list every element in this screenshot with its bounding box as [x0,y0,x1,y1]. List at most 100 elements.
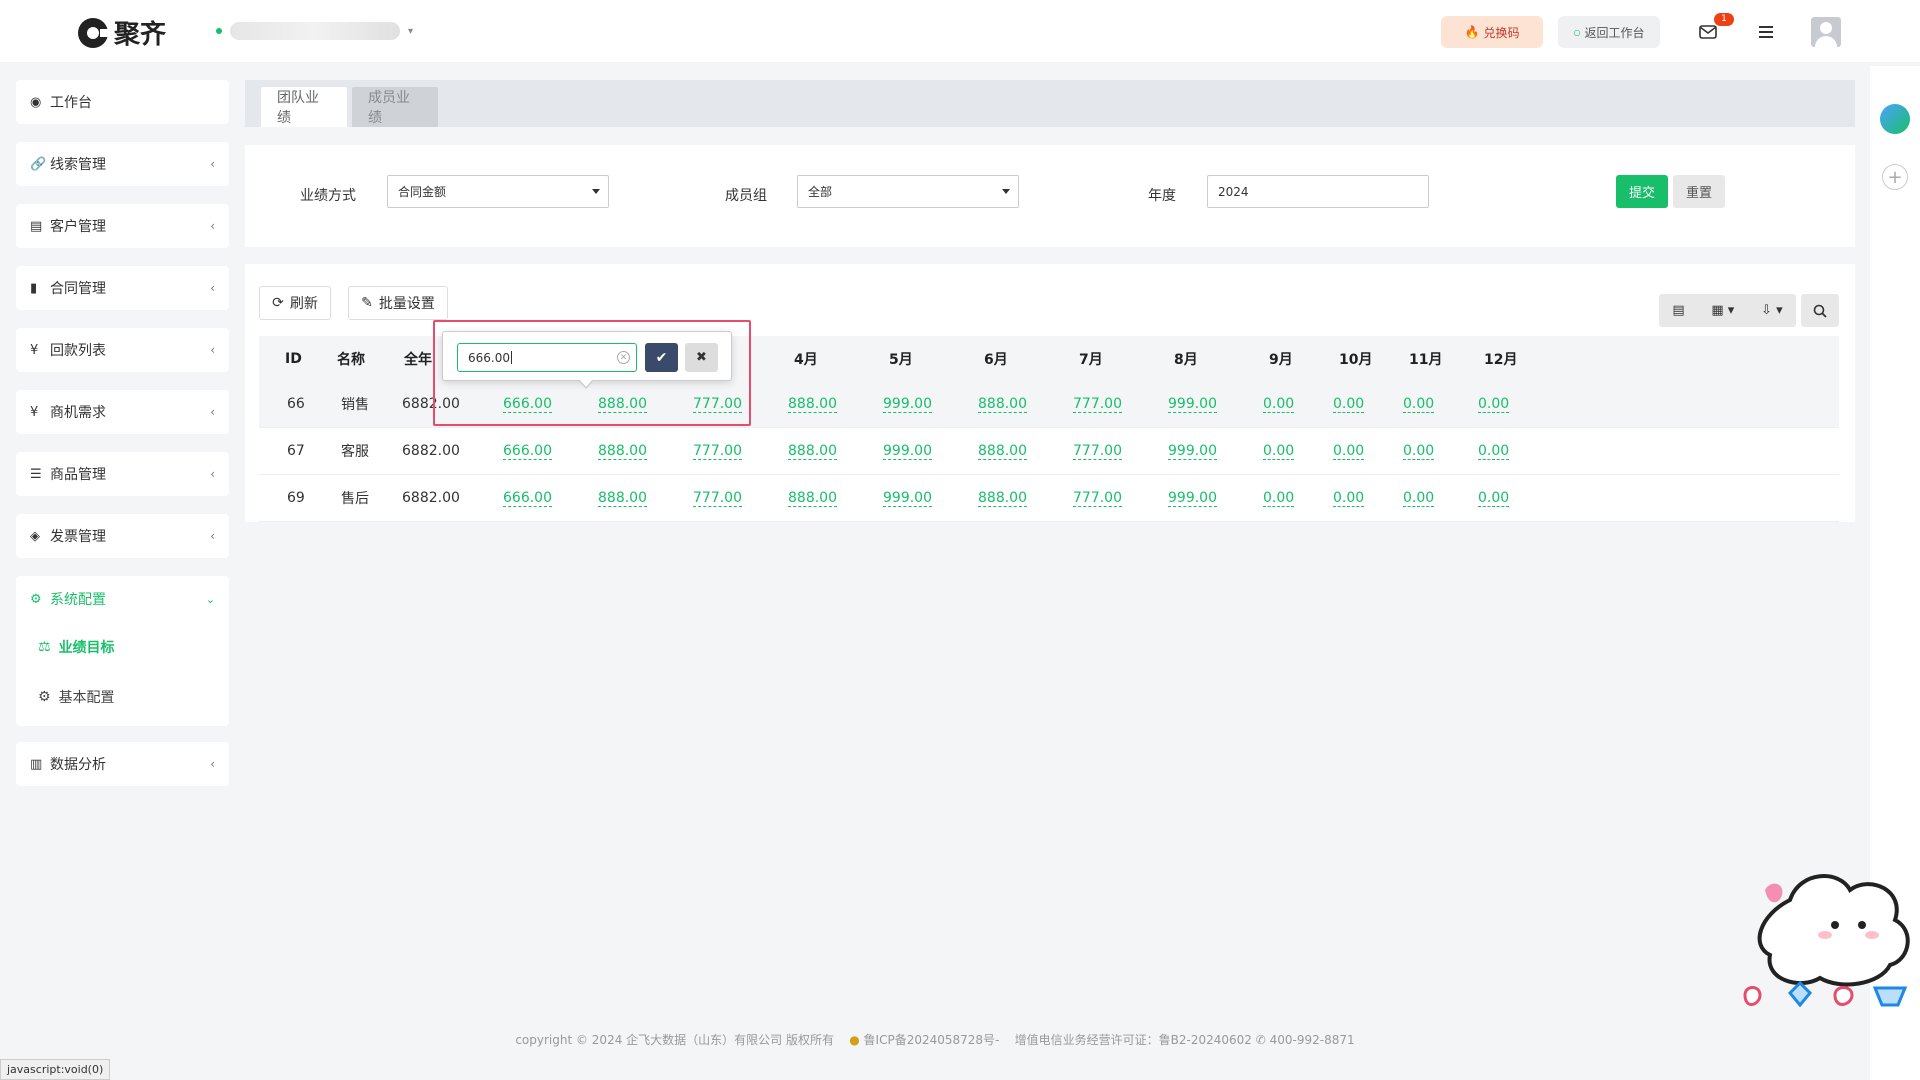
month-value-editable[interactable]: 777.00 [693,396,742,413]
link-icon: 🔗 [30,156,47,172]
month-value-editable[interactable]: 888.00 [978,396,1027,413]
month-value-editable[interactable]: 999.00 [883,490,932,507]
month-cell: 0.00 [1333,475,1365,521]
month-cell: 0.00 [1263,381,1295,427]
month-value-editable[interactable]: 888.00 [598,443,647,460]
exchange-code-button[interactable]: 🔥 兑换码 [1441,16,1543,48]
app-logo[interactable]: 聚齐 [78,14,166,51]
month-value-editable[interactable]: 888.00 [978,443,1027,460]
month-cell: 888.00 [598,475,647,521]
month-value-editable[interactable]: 777.00 [693,490,742,507]
dot-icon: ○ [1573,27,1581,37]
sidebar-group-label: 系统配置 [50,592,106,608]
month-value-editable[interactable]: 666.00 [503,443,552,460]
month-value-editable[interactable]: 999.00 [1168,490,1217,507]
row-total-cell: 6882.00 [402,396,460,412]
month-value-editable[interactable]: 777.00 [1073,396,1122,413]
yen-icon: ¥ [30,342,39,358]
month-cell: 888.00 [788,381,837,427]
month-value-editable[interactable]: 999.00 [1168,443,1217,460]
month-value-editable[interactable]: 999.00 [883,443,932,460]
method-select[interactable]: 合同金额 [387,175,609,208]
tenant-selector[interactable]: ▾ [216,22,413,40]
online-dot-icon [216,28,222,34]
sidebar-item-products[interactable]: ☰ 商品管理 ‹ [16,452,229,496]
month-value-editable[interactable]: 666.00 [503,396,552,413]
top-header: 聚齐 ▾ 🔥 兑换码 ○ 返回工作台 1 [0,0,1920,62]
tab-member-performance[interactable]: 成员业绩 [352,87,438,127]
column-header: 名称 [337,351,365,368]
group-select-value: 全部 [808,185,833,199]
sidebar-item-leads[interactable]: 🔗 线索管理 ‹ [16,142,229,186]
cancel-button[interactable]: ✖ [685,343,718,372]
month-value-editable[interactable]: 0.00 [1333,490,1365,507]
sidebar-group-system-config: ⚙ 系统配置 ⌄ ⚖ 业绩目标 ⚙ 基本配置 [16,576,229,726]
refresh-button[interactable]: ⟳ 刷新 [259,286,331,320]
refresh-label: 刷新 [289,296,318,312]
reset-button[interactable]: 重置 [1673,175,1725,208]
list-view-icon[interactable]: ▤ [1672,303,1684,318]
caret-down-icon: ▾ [408,25,414,37]
group-select[interactable]: 全部 [797,175,1019,208]
row-name-cell: 客服 [341,444,369,460]
month-value-editable[interactable]: 0.00 [1403,443,1435,460]
sidebar-item-label: 客户管理 [50,219,106,235]
sidebar-subitem-basic-config[interactable]: ⚙ 基本配置 [16,672,229,722]
month-value-editable[interactable]: 0.00 [1403,490,1435,507]
inline-edit-input[interactable]: 666.00 ✕ [457,343,637,372]
month-value-editable[interactable]: 0.00 [1263,443,1295,460]
month-value-editable[interactable]: 888.00 [788,396,837,413]
month-value-editable[interactable]: 777.00 [1073,490,1122,507]
sidebar-item-contracts[interactable]: ▮ 合同管理 ‹ [16,266,229,310]
sidebar-item-opportunities[interactable]: ¥ 商机需求 ‹ [16,390,229,434]
back-to-workbench-label: 返回工作台 [1584,25,1645,40]
month-value-editable[interactable]: 777.00 [693,443,742,460]
month-value-editable[interactable]: 999.00 [1168,396,1217,413]
menu-icon[interactable] [1752,18,1780,46]
month-value-editable[interactable]: 0.00 [1263,396,1295,413]
sidebar-item-workbench[interactable]: ◉ 工作台 [16,80,229,124]
sidebar-item-system-config[interactable]: ⚙ 系统配置 ⌄ [16,576,229,622]
text-cursor [511,351,512,364]
month-value-editable[interactable]: 0.00 [1333,396,1365,413]
caret-down-icon [1002,189,1010,194]
back-to-workbench-button[interactable]: ○ 返回工作台 [1558,16,1660,48]
month-value-editable[interactable]: 888.00 [788,443,837,460]
submit-button[interactable]: 提交 [1616,175,1668,208]
exchange-code-label: 兑换码 [1483,25,1520,40]
table-row: 69 售后 6882.00 666.00 888.00 777.00 888.00 999.0… [259,475,1839,522]
month-value-editable[interactable]: 0.00 [1263,490,1295,507]
sidebar-item-data-analysis[interactable]: ▥ 数据分析 ‹ [16,742,229,786]
month-value-editable[interactable]: 888.00 [598,396,647,413]
month-value-editable[interactable]: 888.00 [598,490,647,507]
month-value-editable[interactable]: 777.00 [1073,443,1122,460]
confirm-button[interactable]: ✔ [645,343,678,372]
footer-icp[interactable]: 鲁ICP备2024058728号- [864,1033,1000,1047]
columns-icon[interactable]: ▦ ▾ [1711,303,1734,318]
month-value-editable[interactable]: 888.00 [978,490,1027,507]
sidebar-subitem-performance-target[interactable]: ⚖ 业绩目标 [16,622,229,672]
sidebar-item-invoices[interactable]: ◈ 发票管理 ‹ [16,514,229,558]
batch-set-button[interactable]: ✎ 批量设置 [348,286,448,320]
month-value-editable[interactable]: 666.00 [503,490,552,507]
month-value-editable[interactable]: 0.00 [1478,396,1510,413]
tab-team-performance[interactable]: 团队业绩 [261,87,347,127]
sidebar-subitem-label: 业绩目标 [58,640,115,656]
export-icon[interactable]: ⇩ ▾ [1761,303,1783,318]
search-icon[interactable] [1801,294,1839,327]
month-cell: 888.00 [598,428,647,474]
sidebar-item-payments[interactable]: ¥ 回款列表 ‹ [16,328,229,372]
user-avatar[interactable] [1811,17,1841,47]
year-input[interactable]: 2024 [1207,175,1429,208]
month-value-editable[interactable]: 888.00 [788,490,837,507]
month-value-editable[interactable]: 0.00 [1333,443,1365,460]
month-value-editable[interactable]: 0.00 [1403,396,1435,413]
chat-icon[interactable] [1880,104,1910,134]
month-value-editable[interactable]: 0.00 [1478,443,1510,460]
plus-icon[interactable]: + [1882,164,1908,190]
month-value-editable[interactable]: 0.00 [1478,490,1510,507]
sidebar-item-customers[interactable]: ▤ 客户管理 ‹ [16,204,229,248]
month-cell: 999.00 [883,475,932,521]
clear-icon[interactable]: ✕ [617,351,630,364]
month-value-editable[interactable]: 999.00 [883,396,932,413]
